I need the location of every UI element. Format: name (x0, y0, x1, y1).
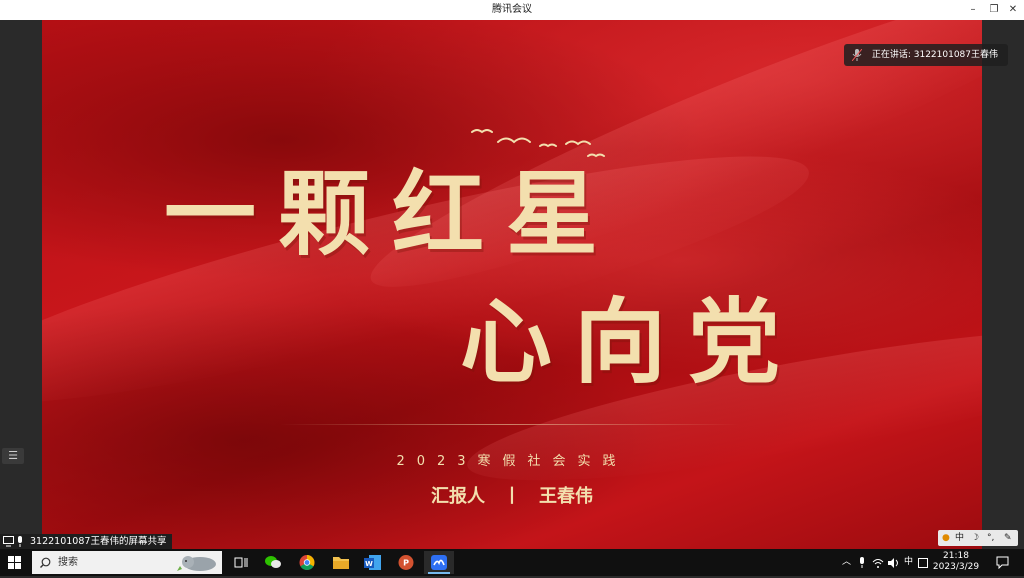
clock-time: 21:18 (943, 551, 969, 561)
taskbar-app-tencent-meeting[interactable] (424, 551, 454, 574)
window-titlebar: 腾讯会议 – ❐ ✕ (0, 0, 1024, 20)
windows-start-icon[interactable] (8, 556, 21, 569)
slide-subtitle: 2023寒假社会实践 (396, 454, 628, 469)
volume-icon[interactable] (888, 558, 900, 568)
close-button[interactable]: ✕ (1002, 0, 1024, 20)
slide-divider (280, 424, 740, 425)
shared-slide: 一颗红星 心向党 2023寒假社会实践 汇报人丨王春伟 (42, 20, 982, 549)
slide-title-line2: 心向党 (460, 288, 803, 396)
taskbar-app-wechat[interactable] (258, 551, 288, 574)
folder-icon (333, 557, 349, 569)
tray-input-language[interactable]: 中 (904, 549, 913, 576)
birds-icon (471, 129, 605, 158)
taskbar: 搜索 W P ︿ 中 21:18 2023/3/29 (0, 549, 1024, 576)
svg-text:P: P (403, 559, 409, 568)
svg-text:W: W (365, 560, 373, 568)
task-view-button[interactable] (226, 551, 256, 574)
taskbar-app-chrome[interactable] (292, 551, 322, 574)
meeting-stage: 一颗红星 心向党 2023寒假社会实践 汇报人丨王春伟 正在讲话: 312210… (0, 20, 1024, 549)
microphone-icon[interactable] (858, 557, 866, 568)
microphone-icon (18, 536, 22, 547)
minimize-button[interactable]: – (962, 0, 984, 20)
search-icon (40, 557, 51, 568)
screen-share-icon (3, 536, 14, 547)
search-placeholder: 搜索 (58, 557, 78, 568)
ime-logo-icon[interactable]: ● (942, 530, 950, 546)
slide-title-line1: 一颗红星 (164, 160, 621, 268)
wrench-icon[interactable]: ✎ (1004, 530, 1012, 546)
wifi-icon[interactable] (872, 558, 884, 568)
clock-date: 2023/3/29 (932, 562, 980, 572)
chrome-icon (299, 555, 315, 570)
microphone-icon (851, 49, 862, 61)
task-view-icon (234, 557, 248, 568)
tencent-meeting-icon (431, 555, 447, 570)
reporter-separator: 丨 (503, 486, 521, 507)
screen-share-text: 3122101087王春伟的屏幕共享 (30, 536, 167, 547)
taskbar-search-box[interactable]: 搜索 (32, 551, 222, 574)
screen-share-status: 3122101087王春伟的屏幕共享 (0, 534, 173, 549)
speaking-text: 正在讲话: 3122101087王春伟 (871, 50, 998, 60)
ime-lang-toggle[interactable]: 中 (955, 530, 964, 546)
taskbar-app-powerpoint[interactable]: P (391, 551, 421, 574)
wechat-icon (265, 556, 281, 568)
reporter-name: 王春伟 (539, 486, 593, 507)
manatee-icon (177, 556, 216, 571)
reporter-label: 汇报人 (431, 486, 485, 507)
taskbar-app-file-explorer[interactable] (326, 551, 356, 574)
slide-reporter: 汇报人丨王春伟 (42, 482, 982, 508)
speaking-indicator: 正在讲话: 3122101087王春伟 (843, 44, 1008, 66)
member-list-icon[interactable]: ☰ (2, 448, 24, 464)
punctuation-icon[interactable]: °, (987, 530, 994, 546)
ime-mode-icon[interactable] (918, 558, 928, 568)
taskbar-app-word[interactable]: W (358, 551, 388, 574)
tray-overflow-button[interactable]: ︿ (842, 549, 851, 576)
word-icon: W (364, 555, 381, 570)
moon-icon[interactable]: ☽ (971, 530, 979, 546)
powerpoint-icon: P (398, 555, 414, 570)
notification-center-icon[interactable] (996, 556, 1009, 569)
ime-toolbar: ● 中 ☽ °, ✎ (938, 530, 1018, 546)
taskbar-clock[interactable]: 21:18 2023/3/29 (928, 551, 984, 573)
window-title: 腾讯会议 (492, 4, 532, 15)
